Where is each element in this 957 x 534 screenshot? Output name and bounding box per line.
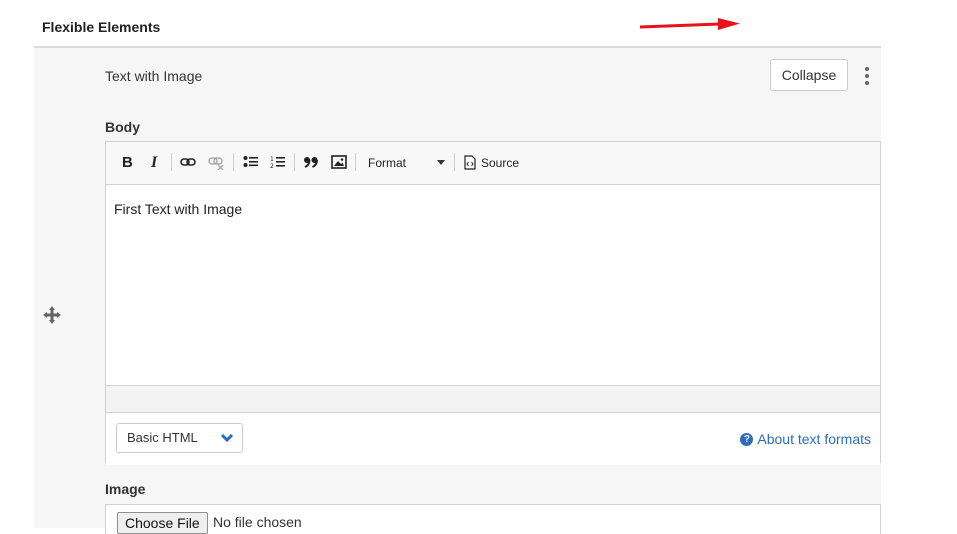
svg-text:2: 2 [270, 163, 274, 169]
drag-handle-icon[interactable] [42, 305, 62, 325]
blockquote-icon[interactable] [303, 156, 319, 168]
editor-status-bar [106, 385, 880, 413]
about-text-formats-link[interactable]: ? About text formats [740, 431, 871, 447]
format-dropdown[interactable]: Format [368, 155, 406, 171]
file-status: No file chosen [213, 514, 302, 530]
item-title: Text with Image [105, 68, 203, 84]
image-label: Image [105, 481, 146, 497]
flexible-element-panel: Text with Image Collapse Body B I 1 2 Fo… [34, 46, 881, 534]
image-upload-field: Choose File No file chosen [105, 504, 881, 534]
section-title: Flexible Elements [42, 19, 161, 35]
annotation-arrow [639, 18, 740, 30]
text-format-value: Basic HTML [127, 430, 198, 445]
italic-button[interactable]: I [151, 155, 157, 171]
help-icon: ? [740, 432, 754, 446]
text-format-row: Basic HTML ? About text formats [106, 413, 880, 465]
chevron-down-icon [220, 433, 234, 443]
choose-file-button[interactable]: Choose File [117, 512, 208, 534]
about-text-formats-label: About text formats [757, 431, 871, 447]
collapse-button[interactable]: Collapse [770, 59, 848, 91]
body-editor: B I 1 2 Format Source First Text with Im… [105, 141, 881, 465]
unlink-icon[interactable] [208, 156, 224, 170]
body-label: Body [105, 119, 140, 135]
numbered-list-icon[interactable]: 1 2 [270, 155, 286, 169]
text-format-select[interactable]: Basic HTML [116, 423, 243, 453]
source-icon[interactable] [464, 155, 476, 170]
link-icon[interactable] [180, 156, 196, 168]
image-icon[interactable] [331, 155, 347, 169]
editor-toolbar: B I 1 2 Format Source [106, 142, 880, 185]
bold-button[interactable]: B [122, 155, 133, 171]
editor-content[interactable]: First Text with Image [106, 185, 880, 385]
more-options-icon[interactable] [864, 67, 870, 85]
source-button[interactable]: Source [481, 155, 519, 171]
svg-text:1: 1 [270, 156, 274, 163]
format-caret-icon[interactable] [437, 160, 445, 165]
bulleted-list-icon[interactable] [243, 155, 259, 169]
